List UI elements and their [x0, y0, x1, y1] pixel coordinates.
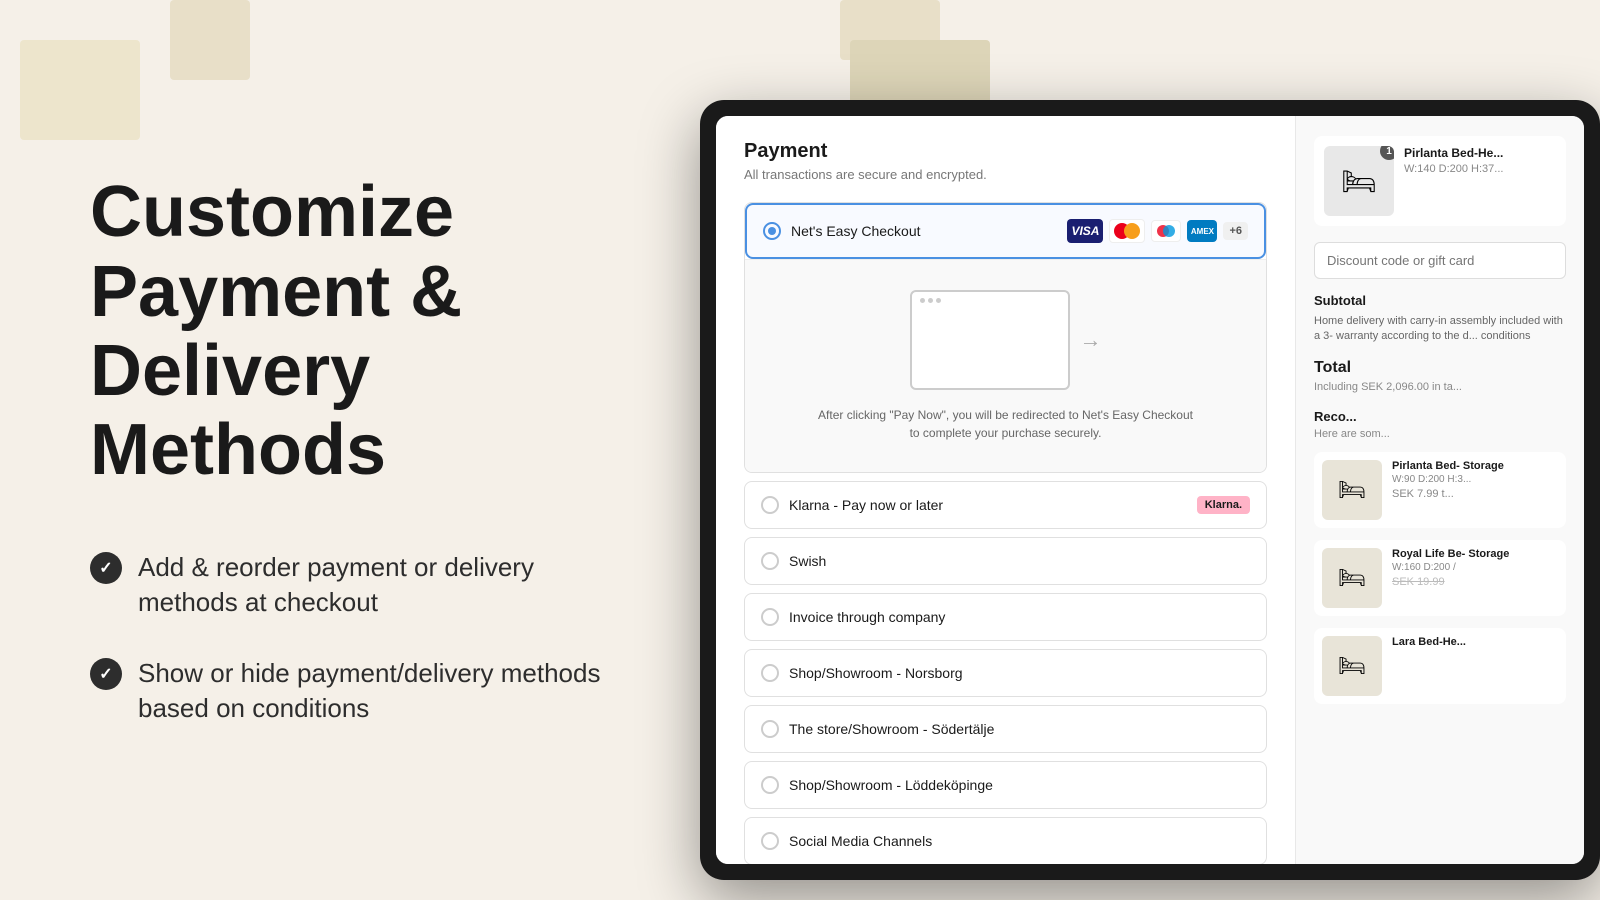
- payment-label-nets: Net's Easy Checkout: [791, 223, 1057, 239]
- reco-product-2-price: SEK 19.99: [1392, 576, 1558, 588]
- check-icon-2: [90, 658, 122, 690]
- reco-product-1-name: Pirlanta Bed- Storage: [1392, 460, 1558, 472]
- tablet-frame: Payment All transactions are secure and …: [700, 100, 1600, 880]
- payment-label-swish: Swish: [789, 553, 1250, 569]
- reco-product-1-dims: W:90 D:200 H:3...: [1392, 474, 1558, 485]
- browser-mockup-container: →: [910, 290, 1102, 390]
- reco-product-1-info: Pirlanta Bed- Storage W:90 D:200 H:3... …: [1392, 460, 1558, 520]
- main-product-image: 🛏 1: [1324, 146, 1394, 216]
- check-icon-1: [90, 552, 122, 584]
- radio-klarna[interactable]: [761, 496, 779, 514]
- radio-swish[interactable]: [761, 552, 779, 570]
- reco-product-1[interactable]: 🛏 Pirlanta Bed- Storage W:90 D:200 H:3..…: [1314, 452, 1566, 528]
- reco-product-3-name: Lara Bed-He...: [1392, 636, 1558, 648]
- main-product-info: Pirlanta Bed-He... W:140 D:200 H:37...: [1404, 146, 1556, 216]
- radio-loddekopinge[interactable]: [761, 776, 779, 794]
- payment-option-header-sodertalje[interactable]: The store/Showroom - Södertälje: [745, 706, 1266, 752]
- radio-norsborg[interactable]: [761, 664, 779, 682]
- browser-dot-2: [928, 298, 933, 303]
- payment-label-social: Social Media Channels: [789, 833, 1250, 849]
- feature-item-1: Add & reorder payment or delivery method…: [90, 550, 620, 620]
- payment-option-header-loddekopinge[interactable]: Shop/Showroom - Löddeköpinge: [745, 762, 1266, 808]
- klarna-badge: Klarna.: [1197, 496, 1250, 514]
- checkout-panel: Payment All transactions are secure and …: [716, 116, 1296, 864]
- payment-option-sodertalje[interactable]: The store/Showroom - Södertälje: [744, 705, 1267, 753]
- reco-product-2-info: Royal Life Be- Storage W:160 D:200 / SEK…: [1392, 548, 1558, 608]
- title-line3: Delivery Methods: [90, 331, 386, 490]
- discount-input[interactable]: [1314, 242, 1566, 279]
- payment-option-header-nets[interactable]: Net's Easy Checkout VISA: [745, 203, 1266, 259]
- payment-option-header-social[interactable]: Social Media Channels: [745, 818, 1266, 864]
- payment-icons-nets: VISA: [1067, 219, 1248, 243]
- browser-dot-1: [920, 298, 925, 303]
- title-line1: Customize: [90, 172, 454, 252]
- subtotal-label: Subtotal: [1314, 293, 1566, 308]
- amex-icon: AMEX: [1187, 220, 1217, 242]
- browser-dots: [920, 298, 941, 303]
- reco-title: Reco...: [1314, 409, 1566, 424]
- browser-dot-3: [936, 298, 941, 303]
- tablet-screen: Payment All transactions are secure and …: [716, 116, 1584, 864]
- payment-option-nets[interactable]: Net's Easy Checkout VISA: [744, 202, 1267, 473]
- payment-option-swish[interactable]: Swish: [744, 537, 1267, 585]
- main-product-card: 🛏 1 Pirlanta Bed-He... W:140 D:200 H:37.…: [1314, 136, 1566, 226]
- browser-mockup: [910, 290, 1070, 390]
- mastercard-icon: [1109, 219, 1145, 243]
- payment-label-loddekopinge: Shop/Showroom - Löddeköpinge: [789, 777, 1250, 793]
- payment-option-social[interactable]: Social Media Channels: [744, 817, 1267, 864]
- page-title: Customize Payment & Delivery Methods: [90, 173, 620, 490]
- total-tax: Including SEK 2,096.00 in ta...: [1314, 381, 1566, 393]
- left-panel: Customize Payment & Delivery Methods Add…: [0, 0, 680, 900]
- payment-option-invoice[interactable]: Invoice through company: [744, 593, 1267, 641]
- reco-product-2[interactable]: 🛏 Royal Life Be- Storage W:160 D:200 / S…: [1314, 540, 1566, 616]
- radio-invoice[interactable]: [761, 608, 779, 626]
- payment-label-sodertalje: The store/Showroom - Södertälje: [789, 721, 1250, 737]
- payment-option-norsborg[interactable]: Shop/Showroom - Norsborg: [744, 649, 1267, 697]
- payment-title: Payment: [744, 140, 1267, 163]
- total-label: Total: [1314, 359, 1566, 377]
- radio-social[interactable]: [761, 832, 779, 850]
- reco-product-3-image: 🛏: [1322, 636, 1382, 696]
- payment-option-header-invoice[interactable]: Invoice through company: [745, 594, 1266, 640]
- payment-option-header-klarna[interactable]: Klarna - Pay now or later Klarna.: [745, 482, 1266, 528]
- title-line2: Payment &: [90, 252, 462, 332]
- radio-nets[interactable]: [763, 222, 781, 240]
- feature-item-2: Show or hide payment/delivery methods ba…: [90, 656, 620, 726]
- payment-option-loddekopinge[interactable]: Shop/Showroom - Löddeköpinge: [744, 761, 1267, 809]
- nets-graphic: → After clicking "Pay Now", you will be …: [745, 259, 1266, 472]
- reco-product-3-info: Lara Bed-He...: [1392, 636, 1558, 696]
- reco-product-1-price: SEK 7.99 t...: [1392, 488, 1558, 500]
- payment-label-invoice: Invoice through company: [789, 609, 1250, 625]
- payment-label-norsborg: Shop/Showroom - Norsborg: [789, 665, 1250, 681]
- redirect-arrow-icon: →: [1080, 327, 1102, 353]
- payment-option-klarna[interactable]: Klarna - Pay now or later Klarna.: [744, 481, 1267, 529]
- device-container: Payment All transactions are secure and …: [640, 0, 1600, 900]
- main-product-dims: W:140 D:200 H:37...: [1404, 163, 1556, 175]
- radio-sodertalje[interactable]: [761, 720, 779, 738]
- visa-icon: VISA: [1067, 219, 1103, 243]
- reco-product-2-name: Royal Life Be- Storage: [1392, 548, 1558, 560]
- maestro-icon: [1151, 220, 1181, 242]
- payment-option-header-swish[interactable]: Swish: [745, 538, 1266, 584]
- delivery-note: Home delivery with carry-in assembly inc…: [1314, 314, 1566, 345]
- reco-product-3[interactable]: 🛏 Lara Bed-He...: [1314, 628, 1566, 704]
- payment-label-klarna: Klarna - Pay now or later: [789, 497, 1187, 513]
- payment-subtitle: All transactions are secure and encrypte…: [744, 167, 1267, 182]
- feature-text-1: Add & reorder payment or delivery method…: [138, 550, 620, 620]
- order-summary: 🛏 1 Pirlanta Bed-He... W:140 D:200 H:37.…: [1296, 116, 1584, 864]
- main-product-name: Pirlanta Bed-He...: [1404, 146, 1556, 160]
- reco-product-1-image: 🛏: [1322, 460, 1382, 520]
- reco-product-2-dims: W:160 D:200 /: [1392, 562, 1558, 573]
- plus-badge: +6: [1223, 222, 1248, 240]
- nets-description: After clicking "Pay Now", you will be re…: [816, 406, 1196, 442]
- feature-text-2: Show or hide payment/delivery methods ba…: [138, 656, 620, 726]
- feature-list: Add & reorder payment or delivery method…: [90, 550, 620, 726]
- reco-product-2-image: 🛏: [1322, 548, 1382, 608]
- payment-option-header-norsborg[interactable]: Shop/Showroom - Norsborg: [745, 650, 1266, 696]
- reco-subtitle: Here are som...: [1314, 428, 1566, 440]
